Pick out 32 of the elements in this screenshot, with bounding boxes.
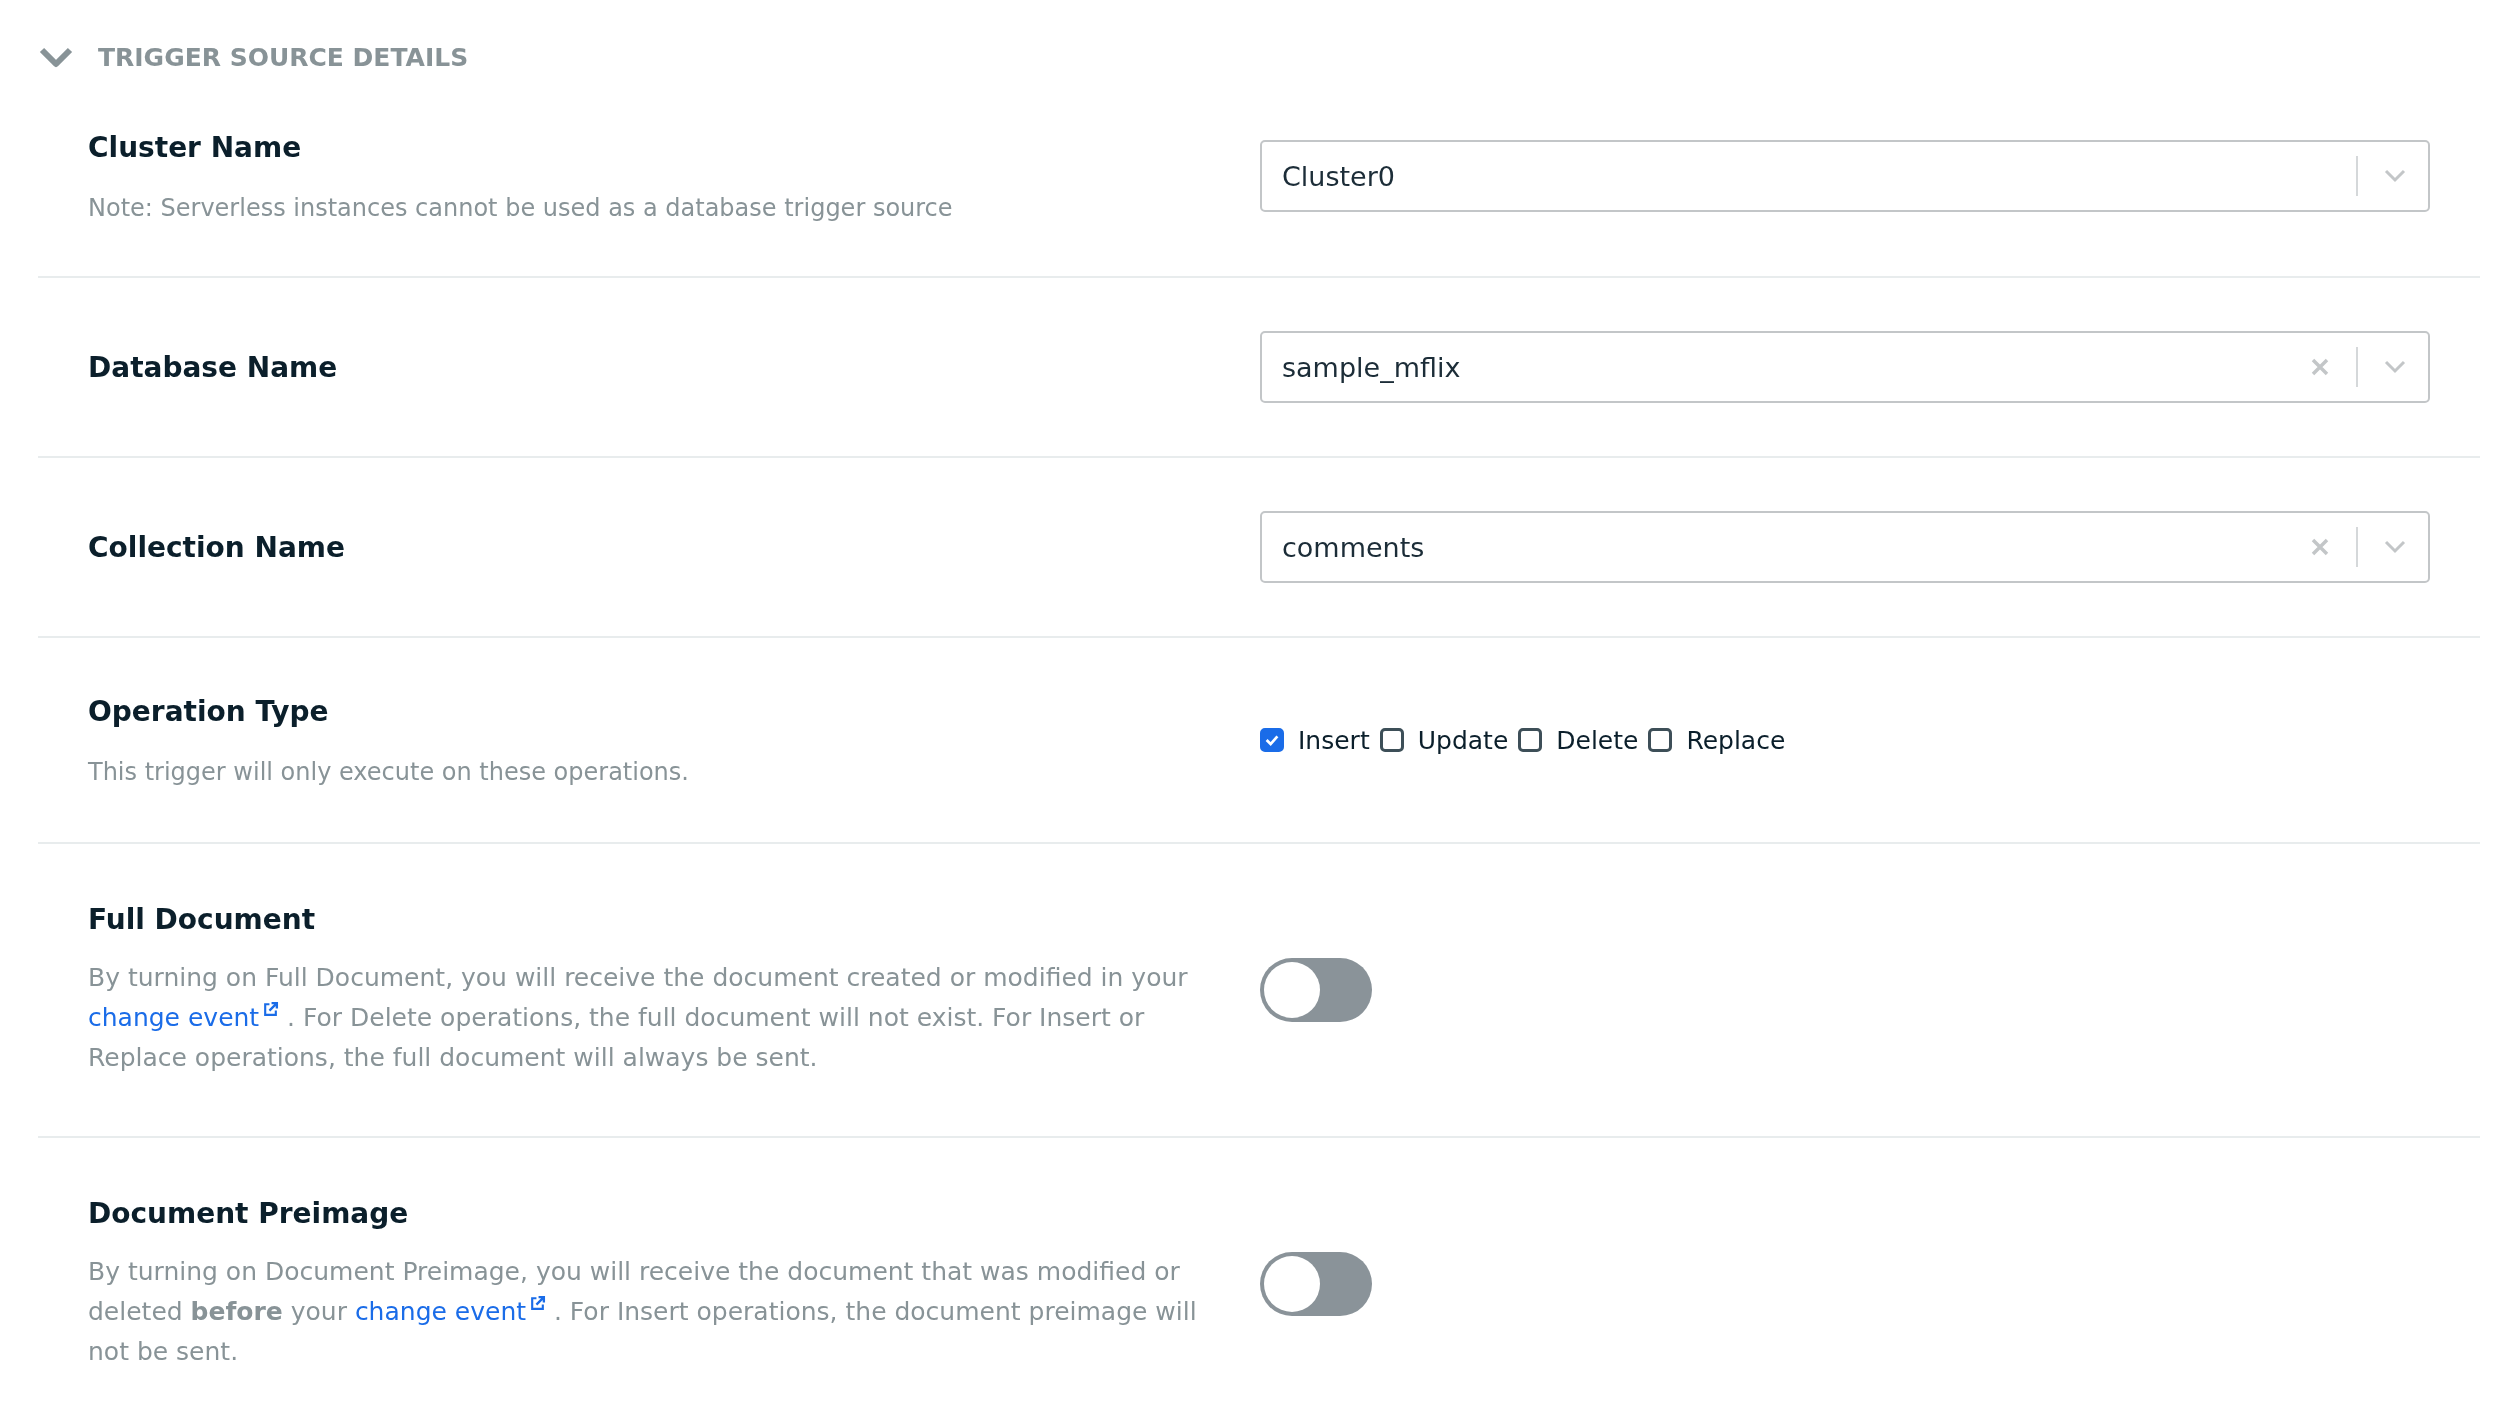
section-title: TRIGGER SOURCE DETAILS	[98, 42, 469, 72]
checkbox-label: Delete	[1556, 725, 1639, 755]
field-label: Document Preimage	[88, 1196, 410, 1230]
field-label: Cluster Name	[88, 130, 303, 164]
select-field[interactable]: sample_mflix	[1260, 331, 2430, 403]
clear-icon[interactable]	[2310, 537, 2330, 557]
caret-icon[interactable]	[2384, 540, 2406, 554]
caret-icon[interactable]	[2384, 360, 2406, 374]
chevron-icon[interactable]	[38, 45, 74, 69]
external-link-icon	[529, 1294, 547, 1312]
field-label: Collection Name	[88, 530, 346, 564]
field-label: Database Name	[88, 350, 339, 384]
checkbox[interactable]	[1648, 728, 1673, 752]
checkbox[interactable]	[1518, 728, 1543, 752]
field-note: Note: Serverless instances cannot be used as a database trigger source	[88, 193, 954, 222]
checkbox-label: Update	[1417, 725, 1509, 755]
change-event-link[interactable]: change event	[88, 1002, 280, 1032]
caret-icon[interactable]	[2384, 169, 2406, 183]
checkbox-label: Insert	[1298, 725, 1370, 755]
select-field[interactable]: Cluster0	[1260, 140, 2430, 212]
field-label: Operation Type	[88, 694, 330, 728]
checkbox[interactable]	[1379, 728, 1404, 752]
checkbox[interactable]	[1260, 728, 1284, 752]
external-link-icon	[262, 1000, 280, 1018]
field-note: This trigger will only execute on these operations.	[88, 757, 690, 786]
select-field[interactable]: comments	[1260, 511, 2430, 583]
checkbox-label: Replace	[1686, 725, 1786, 755]
field-description: By turning on Document Preimage, you will receive the document that was modified or deleted before your change event . For Insert operations, the document preimage will not be sent.	[88, 1255, 1198, 1368]
field-label: Full Document	[88, 902, 317, 936]
change-event-link[interactable]: change event	[354, 1296, 547, 1326]
field-description: By turning on Full Document, you will receive the document created or modified in your change event . For Delete operations, the full document will not exist. For Insert or Replace operations, the full document will always be sent.	[88, 961, 1189, 1074]
clear-icon[interactable]	[2310, 357, 2330, 377]
